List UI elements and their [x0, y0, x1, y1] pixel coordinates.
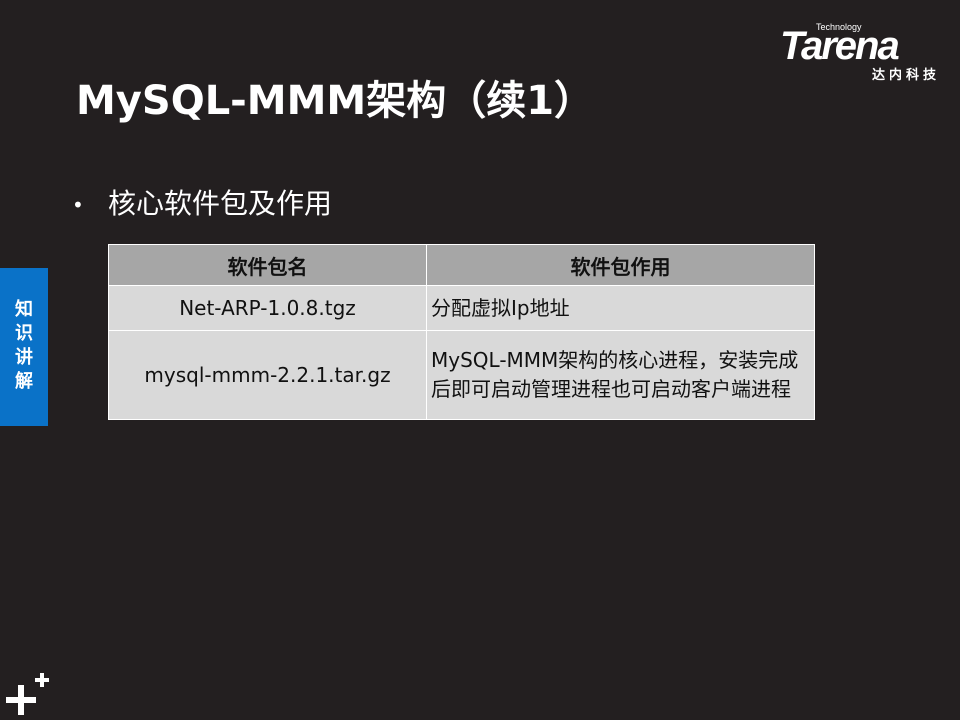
package-desc-cell: MySQL-MMM架构的核心进程，安装完成后即可启动管理进程也可启动客户端进程	[426, 330, 815, 420]
tarena-logo: Technology Tarena 达内科技	[780, 22, 946, 84]
package-name-cell: mysql-mmm-2.2.1.tar.gz	[108, 330, 427, 420]
bullet-dot-icon: •	[72, 193, 84, 217]
bullet-item: • 核心软件包及作用	[72, 182, 332, 222]
package-table: 软件包名 软件包作用 Net-ARP-1.0.8.tgz 分配虚拟Ip地址 my…	[108, 244, 815, 420]
bullet-text: 核心软件包及作用	[108, 187, 333, 220]
logo-cn-text: 达内科技	[871, 68, 940, 83]
side-tab-char: 知	[15, 299, 33, 320]
plus-icon	[6, 673, 49, 715]
package-desc-cell: 分配虚拟Ip地址	[426, 285, 815, 331]
logo-word: Tarena	[780, 24, 900, 68]
table-row: Net-ARP-1.0.8.tgz 分配虚拟Ip地址	[108, 285, 815, 331]
package-name-cell: Net-ARP-1.0.8.tgz	[108, 285, 427, 331]
table-row: mysql-mmm-2.2.1.tar.gz MySQL-MMM架构的核心进程，…	[108, 330, 815, 420]
side-tab-char: 解	[15, 371, 33, 392]
table-header-row: 软件包名 软件包作用	[108, 244, 815, 286]
table-header-desc: 软件包作用	[426, 244, 815, 286]
slide-title: MySQL-MMM架构（续1）	[76, 78, 595, 124]
side-tab-char: 讲	[15, 347, 33, 368]
side-tab-char: 识	[15, 323, 33, 344]
table-header-name: 软件包名	[108, 244, 427, 286]
side-tab-knowledge[interactable]: 知 识 讲 解	[0, 268, 48, 426]
